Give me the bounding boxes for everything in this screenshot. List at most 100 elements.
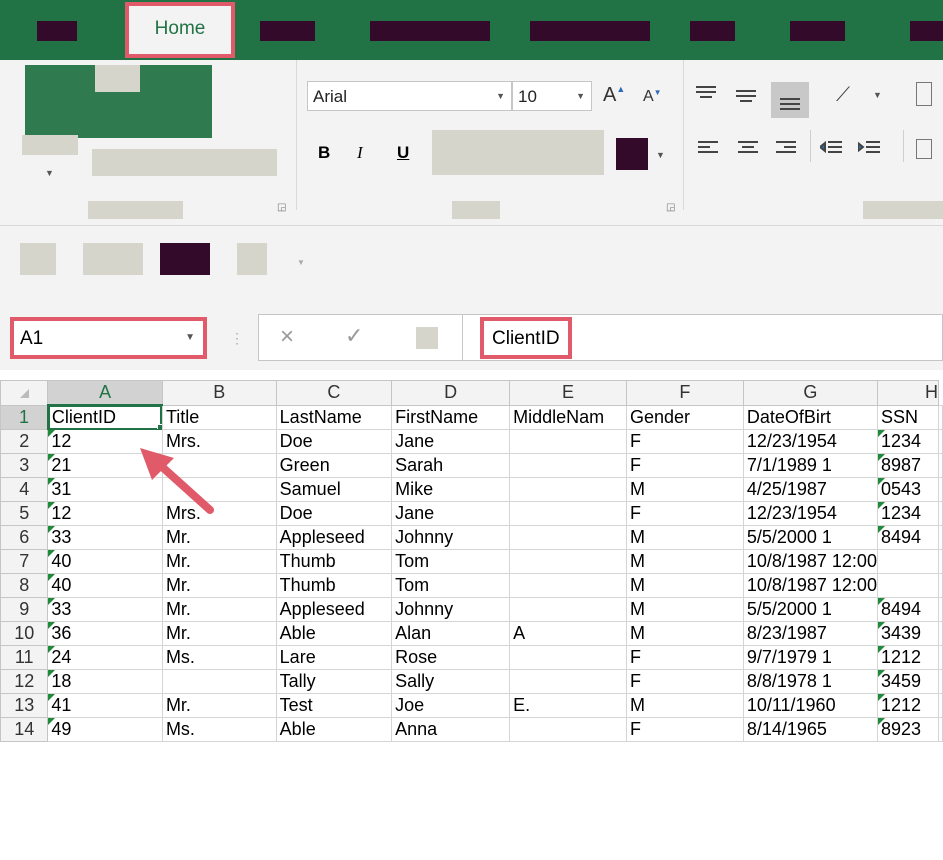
cell-g6[interactable]: 5/5/2000 1 <box>742 525 878 550</box>
cell-c8[interactable]: Thumb <box>275 573 393 598</box>
cell-g4[interactable]: 4/25/1987 <box>742 477 878 502</box>
cell-a7[interactable]: 40 <box>47 549 163 574</box>
cell-e6[interactable] <box>509 525 627 550</box>
cell-g5[interactable]: 12/23/1954 <box>742 501 878 526</box>
row-header[interactable]: 13 <box>0 693 49 718</box>
cell-h11[interactable]: 1212 <box>876 645 940 670</box>
align-left-icon[interactable] <box>698 140 718 156</box>
clipboard-redacted[interactable] <box>92 149 277 176</box>
cell-g9[interactable]: 5/5/2000 1 <box>742 597 878 622</box>
tab-home[interactable]: Home <box>125 2 235 58</box>
cell-c1[interactable]: LastName <box>275 404 393 430</box>
cell-e4[interactable] <box>509 477 627 502</box>
cell-d11[interactable]: Rose <box>391 645 511 670</box>
cell-h8[interactable] <box>876 573 940 598</box>
cell-b7[interactable]: Mr. <box>161 549 277 574</box>
qa-customize-icon[interactable]: ▼ <box>297 258 305 267</box>
cell-e5[interactable] <box>509 501 627 526</box>
cell-d4[interactable]: Mike <box>391 477 511 502</box>
align-middle-icon[interactable] <box>736 88 756 104</box>
increase-indent-icon[interactable] <box>858 140 880 156</box>
qa-redacted-4[interactable] <box>237 243 267 275</box>
cell-a12[interactable]: 18 <box>47 669 163 694</box>
cell-f11[interactable]: F <box>625 645 744 670</box>
wrap-text-icon[interactable] <box>916 82 932 106</box>
shrink-font-button[interactable]: A▼ <box>643 88 662 106</box>
cell-f8[interactable]: M <box>625 573 744 598</box>
cell-h12[interactable]: 3459 <box>876 669 940 694</box>
cell-d5[interactable]: Jane <box>391 501 511 526</box>
bold-button[interactable]: B <box>318 143 330 163</box>
cell-h2[interactable]: 1234 <box>876 429 940 454</box>
cell-a11[interactable]: 24 <box>47 645 163 670</box>
font-tools-redacted[interactable] <box>432 130 604 175</box>
row-header[interactable]: 14 <box>0 717 49 742</box>
row-header[interactable]: 9 <box>0 597 49 622</box>
cell-h5[interactable]: 1234 <box>876 501 940 526</box>
tab-redacted-3[interactable] <box>370 21 490 41</box>
cell-c3[interactable]: Green <box>275 453 393 478</box>
cell-e3[interactable] <box>509 453 627 478</box>
cell-b8[interactable]: Mr. <box>161 573 277 598</box>
cell-g12[interactable]: 8/8/1978 1 <box>742 669 878 694</box>
cell-e14[interactable] <box>509 717 627 742</box>
cell-e1[interactable]: MiddleNam <box>509 404 627 430</box>
tab-redacted-4[interactable] <box>530 21 650 41</box>
cell-b11[interactable]: Ms. <box>161 645 277 670</box>
cell-c6[interactable]: Appleseed <box>275 525 393 550</box>
font-size-select[interactable]: 10 ▼ <box>512 81 592 111</box>
cell-c14[interactable]: Able <box>275 717 393 742</box>
cell-overflow[interactable] <box>938 645 943 670</box>
tab-redacted-6[interactable] <box>790 21 845 41</box>
cell-a9[interactable]: 33 <box>47 597 163 622</box>
cell-d10[interactable]: Alan <box>391 621 511 646</box>
cell-f12[interactable]: F <box>625 669 744 694</box>
tab-redacted-7[interactable] <box>910 21 943 41</box>
cell-g11[interactable]: 9/7/1979 1 <box>742 645 878 670</box>
cell-b10[interactable]: Mr. <box>161 621 277 646</box>
cell-c13[interactable]: Test <box>275 693 393 718</box>
cell-d1[interactable]: FirstName <box>391 404 511 430</box>
cell-c2[interactable]: Doe <box>275 429 393 454</box>
cell-f7[interactable]: M <box>625 549 744 574</box>
cell-overflow[interactable] <box>938 404 943 430</box>
paste-dropdown-icon[interactable]: ▼ <box>45 168 54 178</box>
cell-d12[interactable]: Sally <box>391 669 511 694</box>
row-header[interactable]: 12 <box>0 669 49 694</box>
cell-a14[interactable]: 49 <box>47 717 163 742</box>
row-header[interactable]: 6 <box>0 525 49 550</box>
cell-overflow[interactable] <box>938 525 943 550</box>
cell-e9[interactable] <box>509 597 627 622</box>
cell-h13[interactable]: 1212 <box>876 693 940 718</box>
paste-menu-redacted[interactable] <box>22 135 78 155</box>
cell-c11[interactable]: Lare <box>275 645 393 670</box>
cell-c10[interactable]: Able <box>275 621 393 646</box>
cell-overflow[interactable] <box>938 573 943 598</box>
cell-d3[interactable]: Sarah <box>391 453 511 478</box>
cell-a6[interactable]: 33 <box>47 525 163 550</box>
cell-overflow[interactable] <box>938 717 943 742</box>
cell-g2[interactable]: 12/23/1954 <box>742 429 878 454</box>
cell-overflow[interactable] <box>938 501 943 526</box>
cell-overflow[interactable] <box>938 477 943 502</box>
dialog-launcher-icon[interactable]: ◲ <box>277 202 286 213</box>
italic-button[interactable]: I <box>357 143 363 163</box>
grow-font-button[interactable]: A▲ <box>603 84 625 107</box>
cell-d8[interactable]: Tom <box>391 573 511 598</box>
row-header[interactable]: 10 <box>0 621 49 646</box>
cell-overflow[interactable] <box>938 429 943 454</box>
cell-h1[interactable]: SSN <box>876 404 940 430</box>
cell-a13[interactable]: 41 <box>47 693 163 718</box>
cell-e8[interactable] <box>509 573 627 598</box>
cell-a10[interactable]: 36 <box>47 621 163 646</box>
cell-overflow[interactable] <box>938 621 943 646</box>
enter-icon[interactable]: ✓ <box>345 323 363 349</box>
align-right-icon[interactable] <box>776 140 796 156</box>
cell-e7[interactable] <box>509 549 627 574</box>
font-color-button[interactable] <box>616 138 648 170</box>
column-header-b[interactable]: B <box>161 380 277 406</box>
column-header-f[interactable]: F <box>625 380 744 406</box>
cell-c5[interactable]: Doe <box>275 501 393 526</box>
cell-f13[interactable]: M <box>625 693 744 718</box>
cell-overflow[interactable] <box>938 453 943 478</box>
